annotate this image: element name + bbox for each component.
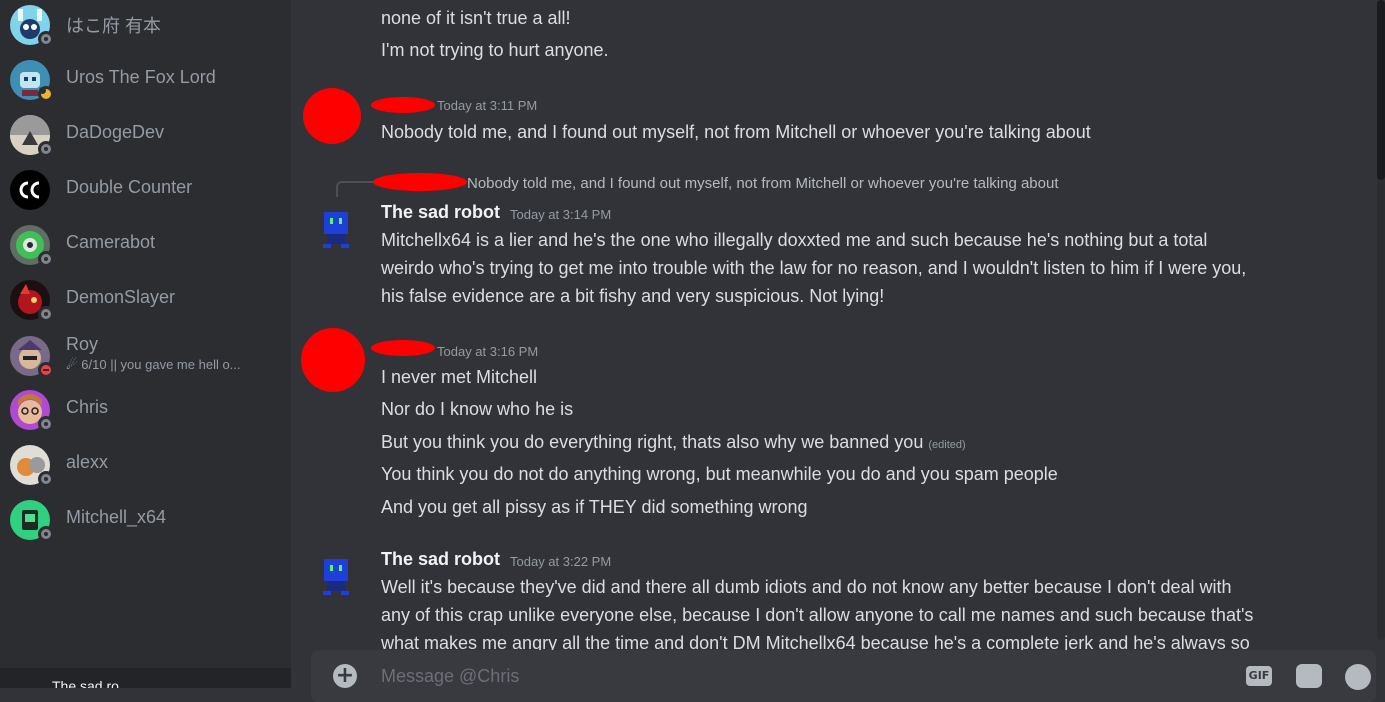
dm-name: Uros The Fox Lord (66, 67, 216, 87)
comet-emoji-icon: ☄ (66, 357, 78, 372)
dm-name: はこ府 有本 (66, 16, 162, 36)
redacted-author-name (371, 340, 435, 356)
dm-name: DaDogeDev (66, 122, 165, 142)
message-timestamp: Today at 3:11 PM (437, 98, 538, 113)
dm-item[interactable]: Mitchell_x64 (10, 498, 280, 542)
message-composer[interactable]: + Message @Chris GIF (311, 650, 1376, 702)
status-offline-icon (38, 251, 54, 267)
status-offline-icon (38, 306, 54, 322)
message-timestamp: Today at 3:14 PM (510, 207, 612, 222)
emoji-icon[interactable] (1345, 664, 1371, 690)
message-timestamp: Today at 3:16 PM (437, 344, 539, 359)
redacted-avatar (303, 88, 361, 144)
redacted-reply-author (373, 173, 467, 191)
message-timestamp: Today at 3:22 PM (510, 554, 612, 569)
message-author[interactable]: The sad robot (381, 202, 500, 223)
dm-sidebar: はこ府 有本 Uros The Fox Lord DaDogeDev Doubl… (0, 0, 291, 688)
dm-item[interactable]: Double Counter (10, 168, 280, 212)
sticker-icon[interactable] (1296, 664, 1322, 688)
message-text: Well it's because they've did and there … (381, 577, 1232, 597)
dm-name: Camerabot (66, 232, 156, 252)
redacted-avatar (301, 328, 365, 392)
dm-name: Chris (66, 397, 109, 417)
message-text: You think you do not do anything wrong, … (381, 464, 1058, 484)
status-offline-icon (38, 416, 54, 432)
message-text: Mitchellx64 is a lier and he's the one w… (381, 230, 1208, 250)
status-dnd-icon (38, 362, 54, 378)
dm-item[interactable]: Chris (10, 388, 280, 432)
status-offline-icon (38, 526, 54, 542)
dm-name: Roy (66, 334, 99, 354)
message-text: none of it isn't true a all! (381, 8, 571, 28)
status-offline-icon (38, 471, 54, 487)
dm-item[interactable]: DaDogeDev (10, 113, 280, 157)
user-panel-name: The sad ro (52, 678, 119, 688)
message-text: his false evidence are a bit fishy and v… (381, 286, 885, 306)
dm-name: alexx (66, 452, 109, 472)
message-text: weirdo who's trying to get me into troub… (381, 258, 1247, 278)
message-text: Nor do I know who he is (381, 399, 574, 419)
message-author[interactable]: The sad robot (381, 549, 500, 570)
robot-avatar[interactable] (321, 208, 351, 252)
avatar (10, 170, 50, 210)
dm-item[interactable]: Roy ☄ 6/10 || you gave me hell o... (10, 334, 280, 378)
status-offline-icon (38, 141, 54, 157)
dm-name: Mitchell_x64 (66, 507, 167, 527)
status-idle-icon (38, 86, 54, 102)
dm-item[interactable]: はこ府 有本 (10, 3, 280, 47)
message-text: I never met Mitchell (381, 367, 538, 387)
custom-status: ☄ 6/10 || you gave me hell o... (66, 357, 241, 372)
message-input[interactable]: Message @Chris (381, 666, 519, 687)
message-text: And you get all pissy as if THEY did som… (381, 497, 808, 517)
gif-button[interactable]: GIF (1246, 666, 1272, 686)
dm-name: DemonSlayer (66, 287, 176, 307)
message-text: any of this crap unlike everyone else, b… (381, 605, 1254, 625)
chat-area: none of it isn't true a all! I'm not try… (291, 0, 1385, 702)
edited-label: (edited) (928, 439, 966, 451)
scrollbar[interactable] (1377, 0, 1385, 640)
dm-item[interactable]: Camerabot (10, 223, 280, 267)
message-text: Nobody told me, and I found out myself, … (381, 122, 1091, 142)
dm-item[interactable]: alexx (10, 443, 280, 487)
dm-item[interactable]: DemonSlayer (10, 278, 280, 322)
upload-plus-icon[interactable]: + (333, 664, 357, 688)
robot-avatar[interactable] (321, 555, 351, 599)
user-panel: The sad ro (0, 668, 291, 688)
scrollbar-thumb[interactable] (1377, 0, 1385, 180)
message-text: I'm not trying to hurt anyone. (381, 40, 609, 60)
redacted-author-name (371, 97, 435, 113)
status-offline-icon (38, 31, 54, 47)
dm-name: Double Counter (66, 177, 193, 197)
reply-preview[interactable]: Nobody told me, and I found out myself, … (467, 175, 1059, 192)
reply-connector (336, 181, 374, 197)
dm-item[interactable]: Uros The Fox Lord (10, 58, 280, 102)
message-text: But you think you do everything right, t… (381, 432, 966, 452)
